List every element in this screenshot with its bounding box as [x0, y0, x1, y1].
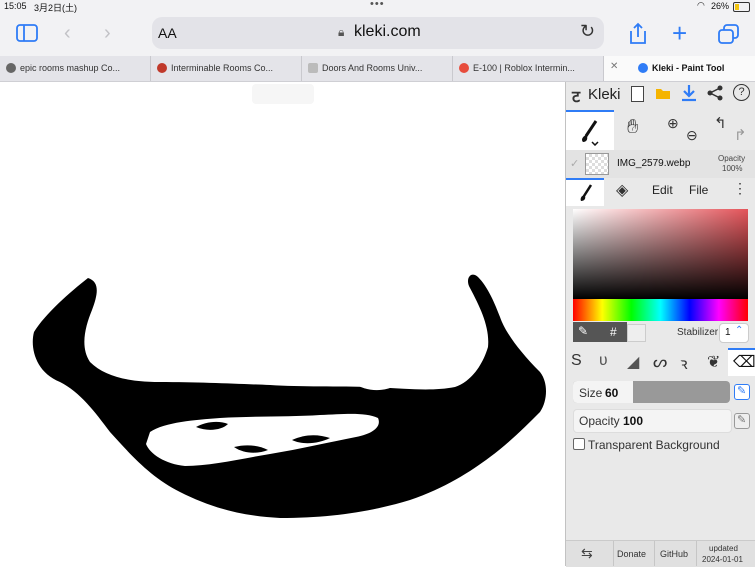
drawing-image — [32, 274, 547, 518]
github-link[interactable]: GitHub — [660, 549, 688, 559]
tab-favicon-icon — [6, 63, 16, 73]
reload-icon[interactable]: ↻ — [580, 21, 595, 42]
pen-pressure-icon: ✎ — [737, 385, 747, 397]
transparent-bg-label: Transparent Background — [588, 438, 720, 452]
pen-brush-icon[interactable]: S — [571, 352, 582, 370]
opacity-pressure-toggle[interactable]: ✎ — [734, 413, 750, 429]
tab-favicon-icon — [157, 63, 167, 73]
eraser-icon: ⌫ — [733, 354, 755, 371]
tab-interminable-rooms[interactable]: Interminable Rooms Co... — [151, 56, 302, 81]
stabilizer-select[interactable]: 1 ⌃ — [719, 323, 749, 343]
swap-side-icon[interactable]: ⇆ — [581, 545, 593, 562]
layer-name: IMG_2579.webp — [617, 158, 691, 169]
lock-icon: 🔒︎ — [338, 25, 345, 39]
undo-icon[interactable]: ↰ — [714, 114, 727, 132]
layer-thumbnail — [585, 153, 609, 175]
opacity-label: Opacity — [579, 414, 620, 428]
hue-slider[interactable] — [573, 299, 748, 321]
download-icon[interactable] — [681, 84, 697, 102]
status-date: 3月2日(土) — [34, 3, 78, 13]
tab-brush-settings[interactable] — [566, 178, 604, 206]
zoom-indicator — [252, 84, 314, 104]
transparent-bg-checkbox[interactable] — [573, 438, 585, 450]
updated-label: updated — [709, 544, 738, 553]
more-menu-icon[interactable]: ⋮ — [733, 180, 747, 197]
brush-icon — [582, 120, 599, 146]
new-image-icon[interactable] — [631, 86, 644, 102]
tab-favicon-icon — [638, 63, 648, 73]
tab-overview-icon[interactable] — [718, 24, 740, 44]
chemy-brush-icon[interactable]: ꝛ — [680, 352, 688, 374]
new-tab-icon[interactable]: + — [672, 18, 687, 49]
layer-opacity-label: Opacity — [718, 154, 746, 163]
pen-pressure-icon: ✎ — [737, 414, 747, 426]
opacity-value: 100 — [623, 414, 644, 428]
status-bar: 15:05 3月2日(土) ••• ◠ 26% — [0, 0, 755, 14]
secondary-color-swatch[interactable] — [627, 324, 646, 342]
forward-icon[interactable]: › — [104, 22, 111, 45]
sidebar-toggle-icon[interactable] — [16, 24, 38, 42]
updated-date: 2024-01-01 — [702, 555, 743, 564]
layer-row[interactable]: ✓ IMG_2579.webp Opacity 100% — [566, 150, 755, 178]
battery-percent: 26% — [711, 1, 730, 11]
eraser-button[interactable]: ⌫ — [728, 348, 755, 376]
tab-kleki[interactable]: ✕ Kleki - Paint Tool — [604, 56, 755, 81]
zoom-out-icon[interactable]: ⊖ — [686, 127, 698, 144]
text-size-button[interactable]: AA — [158, 25, 177, 41]
blend-brush-icon[interactable]: ʋ — [599, 352, 608, 370]
url-text[interactable]: kleki.com — [354, 23, 421, 41]
tab-edit[interactable]: Edit — [652, 183, 673, 197]
smudge-brush-icon[interactable]: ❦ — [707, 352, 720, 372]
address-bar[interactable]: AA 🔒︎ kleki.com ↻ — [152, 17, 604, 49]
eyedropper-icon: ✎ — [578, 324, 589, 338]
back-icon[interactable]: ‹ — [64, 22, 71, 45]
layers-icon[interactable]: ◈ — [616, 180, 628, 200]
stabilizer-label: Stabilizer — [677, 327, 719, 338]
close-tab-icon[interactable]: ✕ — [610, 61, 618, 72]
pixel-brush-icon[interactable]: ᔕ — [653, 352, 667, 372]
folder-icon[interactable] — [655, 86, 671, 100]
tab-favicon-icon — [308, 63, 318, 73]
donate-link[interactable]: Donate — [617, 549, 646, 559]
size-value: 60 — [605, 386, 619, 400]
wifi-icon: ◠ — [697, 0, 705, 10]
zoom-in-icon[interactable]: ⊕ — [667, 115, 679, 132]
help-icon[interactable]: ? — [733, 84, 750, 101]
status-time: 15:05 — [4, 1, 27, 11]
sketchy-brush-icon[interactable]: ◢ — [627, 352, 639, 372]
drawing-canvas[interactable] — [0, 82, 565, 566]
app-logo: Kleki — [588, 86, 621, 103]
color-saturation-picker[interactable] — [573, 209, 748, 299]
size-pressure-toggle[interactable]: ✎ — [734, 384, 750, 400]
tab-doors-and-rooms[interactable]: Doors And Rooms Univ... — [302, 56, 453, 81]
share-icon[interactable] — [628, 22, 648, 46]
brush-small-icon — [580, 184, 593, 201]
brush-tool-button[interactable] — [566, 110, 614, 152]
layer-opacity-value: 100% — [722, 164, 743, 173]
hand-tool-icon[interactable]: ✋︎ — [627, 116, 638, 139]
tab-favicon-icon — [459, 63, 469, 73]
tab-bar: epic rooms mashup Co... Interminable Roo… — [0, 56, 755, 82]
redo-icon[interactable]: ↱ — [734, 126, 747, 144]
kleki-logo-icon: ट — [572, 89, 581, 106]
eyedropper-button[interactable]: ✎ — [573, 322, 595, 342]
hex-input-button[interactable]: # — [595, 322, 627, 342]
select-arrows-icon: ⌃ — [735, 325, 744, 336]
battery-icon — [733, 2, 750, 12]
size-label: Size — [579, 386, 603, 400]
multitask-dots-icon[interactable]: ••• — [370, 0, 385, 10]
share-image-icon[interactable] — [707, 85, 723, 101]
tab-e100[interactable]: E-100 | Roblox Intermin... — [453, 56, 604, 81]
tab-file[interactable]: File — [689, 183, 708, 197]
tab-epic-rooms[interactable]: epic rooms mashup Co... — [0, 56, 151, 81]
layer-visibility-icon[interactable]: ✓ — [570, 157, 579, 170]
